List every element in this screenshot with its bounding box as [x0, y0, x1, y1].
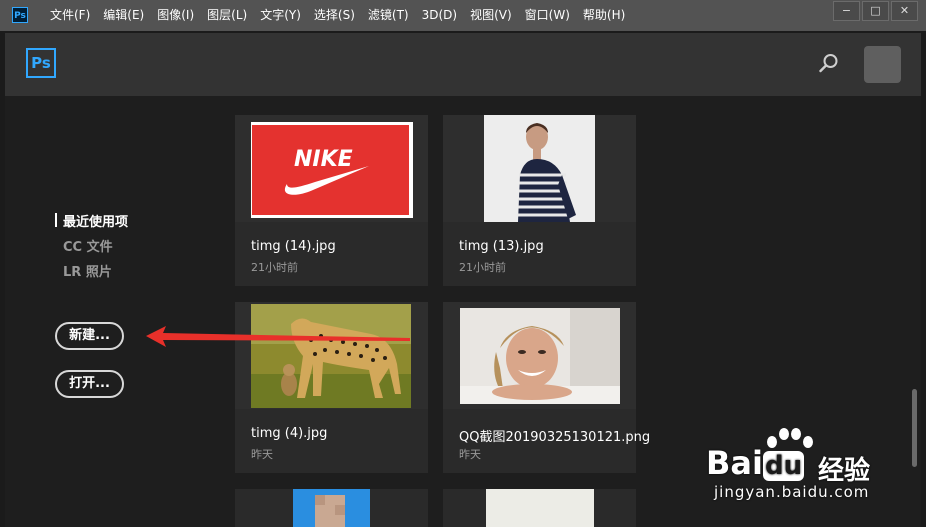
nike-logo-image: NIKE	[251, 122, 413, 218]
ps-logo: Ps	[26, 48, 56, 78]
watermark-url: jingyan.baidu.com	[714, 483, 870, 501]
file-card[interactable]: timg (13).jpg 21小时前	[443, 115, 636, 286]
photoshop-app-icon[interactable]: Ps	[12, 7, 28, 23]
file-thumbnail	[443, 302, 636, 409]
file-card[interactable]: timg (4).jpg 昨天	[235, 302, 428, 473]
file-time: 昨天	[251, 448, 273, 461]
file-thumbnail	[235, 302, 428, 409]
cheetah-photo-image	[251, 304, 411, 408]
file-time: 昨天	[459, 448, 481, 461]
menu-window[interactable]: 窗口(W)	[525, 0, 570, 31]
close-button[interactable]: ✕	[891, 1, 918, 21]
paper-thumbnail-image	[486, 489, 594, 527]
woman-smiling-image	[460, 308, 620, 404]
file-name: timg (4).jpg	[251, 426, 328, 441]
watermark-cn: 经验	[818, 456, 871, 486]
menu-bar: Ps 文件(F) 编辑(E) 图像(I) 图层(L) 文字(Y) 选择(S) 滤…	[0, 0, 926, 31]
file-time: 21小时前	[459, 261, 506, 274]
woman-photo-image	[484, 115, 595, 222]
file-time: 21小时前	[251, 261, 298, 274]
menu-edit[interactable]: 编辑(E)	[103, 0, 144, 31]
menu-file[interactable]: 文件(F)	[50, 0, 90, 31]
nav-cc-files[interactable]: CC 文件	[63, 236, 113, 255]
menu-help[interactable]: 帮助(H)	[583, 0, 625, 31]
file-name: timg (13).jpg	[459, 239, 544, 254]
menu-select[interactable]: 选择(S)	[314, 0, 355, 31]
menu-filter[interactable]: 滤镜(T)	[368, 0, 409, 31]
file-card[interactable]	[443, 489, 636, 527]
minimize-button[interactable]: −	[833, 1, 860, 21]
file-thumbnail: NIKE	[235, 115, 428, 222]
file-thumbnail	[443, 115, 636, 222]
new-button[interactable]: 新建...	[55, 322, 124, 350]
file-card[interactable]: NIKE timg (14).jpg 21小时前	[235, 115, 428, 286]
maximize-button[interactable]: □	[862, 1, 889, 21]
open-button[interactable]: 打开...	[55, 370, 124, 398]
home-header: Ps	[5, 33, 921, 96]
avatar[interactable]	[864, 46, 901, 83]
menu-view[interactable]: 视图(V)	[470, 0, 512, 31]
menu-layer[interactable]: 图层(L)	[207, 0, 247, 31]
paw-logo-icon	[767, 428, 813, 448]
menu-list: 文件(F) 编辑(E) 图像(I) 图层(L) 文字(Y) 选择(S) 滤镜(T…	[50, 0, 638, 31]
menu-image[interactable]: 图像(I)	[157, 0, 194, 31]
portrait-thumbnail-image	[293, 489, 370, 527]
search-icon[interactable]	[819, 53, 839, 73]
file-card[interactable]: QQ截图20190325130121.png 昨天	[443, 302, 650, 473]
svg-text:NIKE: NIKE	[294, 147, 353, 172]
nav-lr-photos[interactable]: LR 照片	[63, 261, 112, 280]
scrollbar[interactable]	[912, 389, 917, 467]
menu-type[interactable]: 文字(Y)	[260, 0, 301, 31]
file-name: timg (14).jpg	[251, 239, 336, 254]
menu-3d[interactable]: 3D(D)	[422, 0, 457, 31]
left-nav: 最近使用项 CC 文件 LR 照片 新建... 打开...	[5, 96, 185, 527]
active-indicator	[55, 213, 57, 227]
nav-recent[interactable]: 最近使用项	[63, 211, 128, 230]
file-card[interactable]	[235, 489, 428, 527]
file-name: QQ截图20190325130121.png	[459, 430, 651, 445]
window-controls: − □ ✕	[831, 1, 918, 21]
